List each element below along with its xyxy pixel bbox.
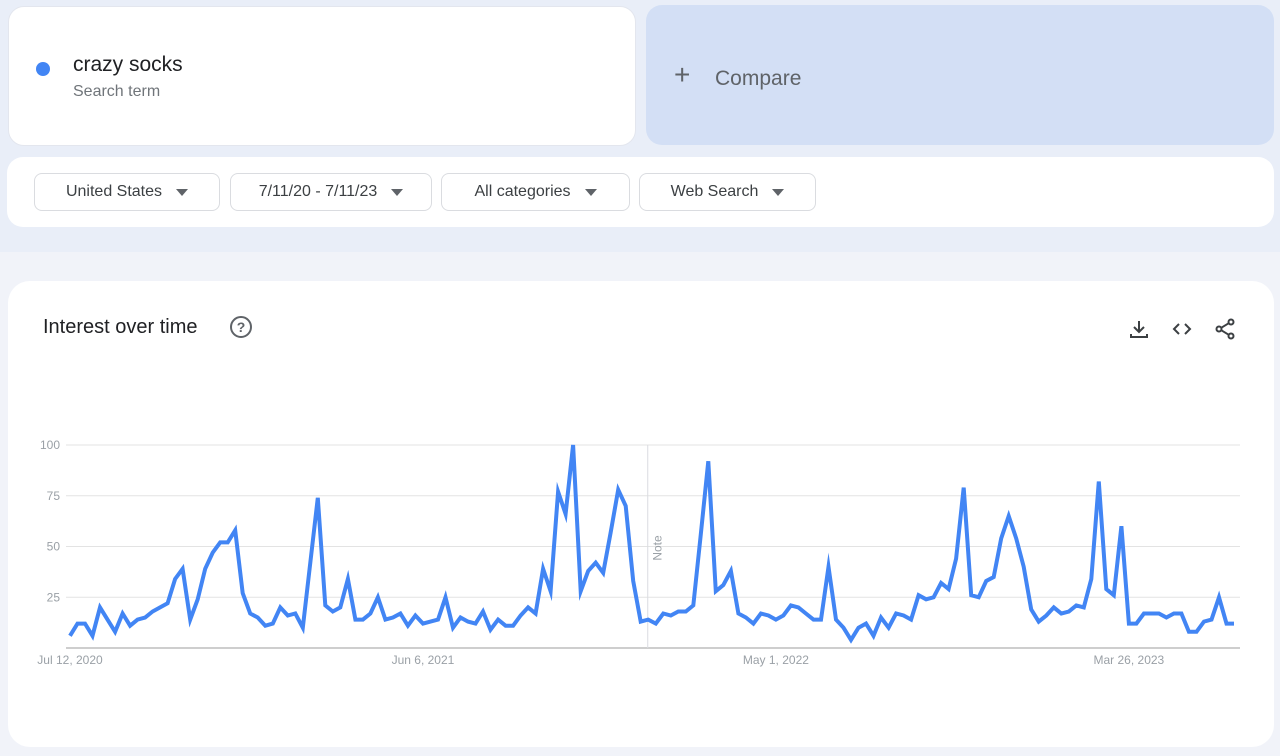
x-tick-label: Jul 12, 2020 bbox=[37, 653, 103, 667]
y-tick-label: 100 bbox=[40, 438, 60, 452]
y-tick-label: 25 bbox=[47, 590, 61, 604]
interest-line-chart: 25 50 75 100 Jul 12, 2020 Jun 6, 2021 May 1, … bbox=[37, 438, 1240, 667]
note-label: Note bbox=[651, 535, 665, 561]
y-tick-label: 50 bbox=[47, 540, 61, 554]
x-tick-label: Jun 6, 2021 bbox=[392, 653, 455, 667]
y-tick-label: 75 bbox=[47, 489, 61, 503]
x-tick-label: May 1, 2022 bbox=[743, 653, 809, 667]
x-tick-label: Mar 26, 2023 bbox=[1094, 653, 1165, 667]
